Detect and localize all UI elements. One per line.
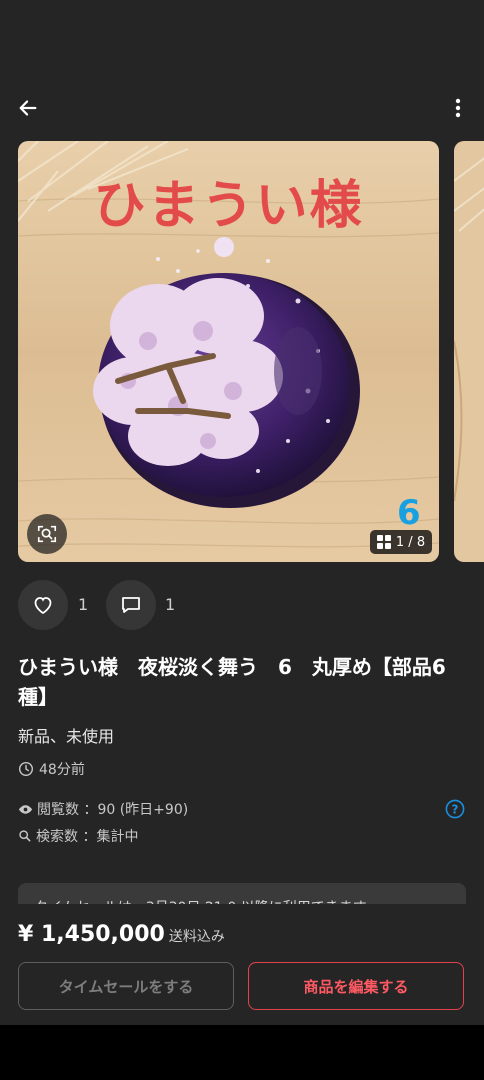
bottom-action-bar: ¥ 1,450,000 送料込み タイムセールをする 商品を編集する — [0, 904, 484, 1025]
item-condition: 新品、未使用 — [18, 727, 115, 746]
shipping-label: 送料込み — [168, 929, 225, 945]
more-options-button[interactable] — [446, 90, 470, 126]
search-count-row: 検索数 ：集計中 — [18, 826, 138, 846]
view-count-text: 閲覧数 ：90 (昨日+90) — [37, 802, 189, 818]
next-photo-preview[interactable] — [454, 141, 484, 562]
next-photo-image — [454, 141, 484, 562]
comment-icon — [122, 597, 140, 613]
item-detail-screen: ひまうい様 6 1 / 8 1 1 ひまうい様 夜桜淡く舞う 6 丸厚め【部品6… — [0, 0, 484, 1025]
eye-icon — [18, 804, 33, 814]
comment-count: 1 — [165, 595, 176, 614]
photo-number-overlay: 6 — [397, 493, 421, 533]
view-count-row: 閲覧数 ：90 (昨日+90) — [18, 799, 188, 819]
posted-time: 48分前 — [18, 759, 85, 779]
item-title: ひまうい様 夜桜淡く舞う 6 丸厚め【部品6種】 — [18, 655, 446, 709]
search-icon — [19, 830, 31, 842]
search-count-text: 検索数 ：集計中 — [36, 829, 139, 845]
svg-text:?: ? — [452, 803, 459, 817]
photo-counter: 1 / 8 — [370, 530, 432, 554]
comment-button[interactable] — [106, 580, 156, 630]
heart-icon — [34, 597, 52, 615]
posted-time-text: 48分前 — [39, 762, 85, 778]
price-row: ¥ 1,450,000 送料込み — [18, 922, 225, 947]
like-button[interactable] — [18, 580, 68, 630]
photo-caption-text: ひまうい様 — [93, 176, 364, 236]
arrow-left-icon — [19, 100, 37, 116]
item-price: ¥ 1,450,000 — [18, 922, 165, 947]
image-search-button[interactable] — [27, 514, 67, 554]
reactions-row: 1 1 — [18, 580, 458, 630]
help-icon[interactable]: ? — [445, 799, 465, 819]
more-vertical-icon — [455, 98, 461, 118]
clock-icon — [18, 761, 34, 777]
back-button[interactable] — [14, 90, 42, 126]
lens-search-icon — [37, 525, 57, 543]
like-count: 1 — [78, 595, 89, 614]
edit-item-button[interactable]: 商品を編集する — [248, 962, 464, 1010]
grid-icon — [376, 535, 391, 549]
photo-counter-text: 1 / 8 — [395, 534, 426, 550]
product-photo[interactable]: ひまうい様 6 1 / 8 — [18, 141, 439, 562]
time-sale-button[interactable]: タイムセールをする — [18, 962, 234, 1010]
top-navigation — [0, 90, 484, 130]
photo-gallery[interactable]: ひまうい様 6 1 / 8 — [18, 141, 484, 562]
